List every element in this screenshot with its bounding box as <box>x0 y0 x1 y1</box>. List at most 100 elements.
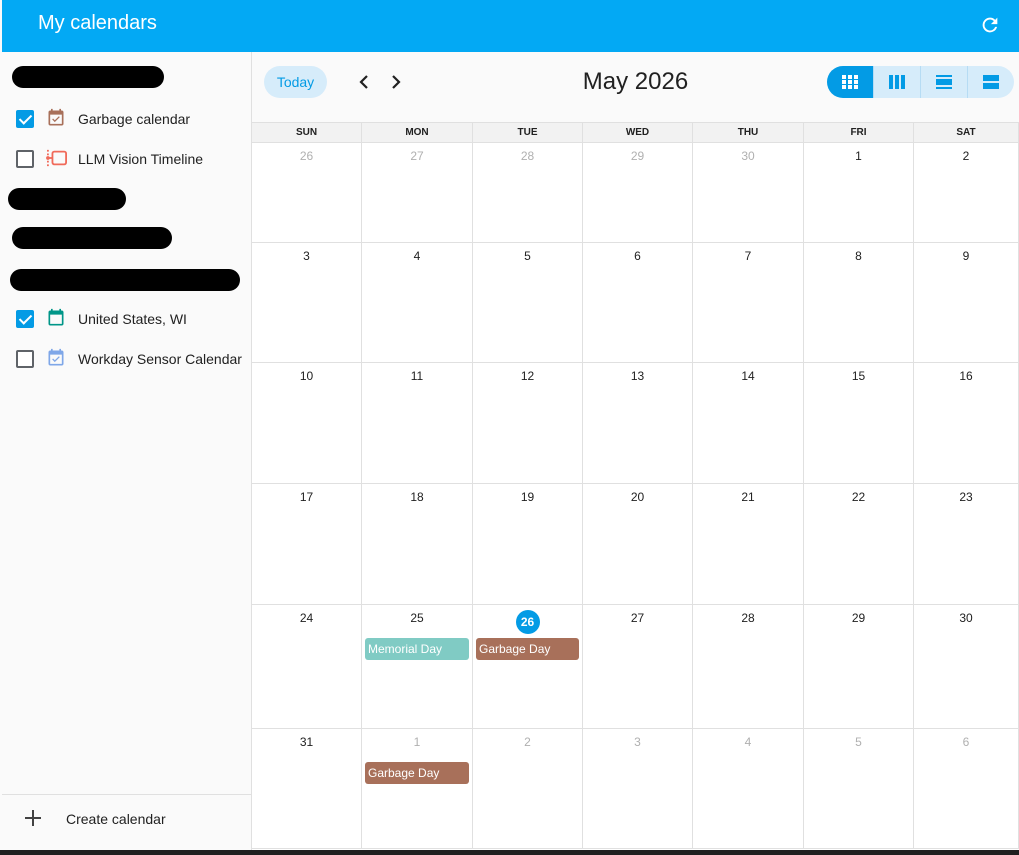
chevron-right-icon[interactable] <box>384 70 408 94</box>
checkbox[interactable] <box>16 150 34 168</box>
day-cell[interactable]: 26 <box>252 143 362 242</box>
day-view-button[interactable] <box>921 66 968 98</box>
day-cell[interactable]: 30 <box>914 605 1019 728</box>
date-number: 27 <box>410 149 424 163</box>
day-cell[interactable]: 20 <box>583 484 693 604</box>
event-chip[interactable]: Memorial Day <box>365 638 469 660</box>
calendar-item-redacted[interactable] <box>2 179 252 219</box>
date-number: 29 <box>630 149 645 163</box>
day-cell[interactable]: 30 <box>693 143 804 242</box>
event-chip[interactable]: Garbage Day <box>365 762 469 784</box>
day-cell[interactable]: 26 Garbage Day <box>473 605 583 728</box>
day-cell[interactable]: 15 <box>804 363 914 483</box>
date-number: 28 <box>741 611 755 625</box>
calendar-icon <box>46 308 66 328</box>
day-cell[interactable]: 14 <box>693 363 804 483</box>
weeks-container: 26 27 28 29 30 1 2 3 4 5 6 7 8 9 10 11 12 13 14 15 16 17 18 19 2… <box>252 143 1019 849</box>
list-view-button[interactable] <box>968 66 1014 98</box>
date-number: 1 <box>855 149 862 163</box>
view-toggle <box>827 66 1014 98</box>
day-cell[interactable]: 4 <box>362 243 473 362</box>
date-number: 28 <box>520 149 535 163</box>
day-cell[interactable]: 29 <box>804 605 914 728</box>
day-cell[interactable]: 6 <box>583 243 693 362</box>
day-cell[interactable]: 3 <box>252 243 362 362</box>
date-number: 25 <box>410 611 424 625</box>
day-cell[interactable]: 10 <box>252 363 362 483</box>
event-chip[interactable]: Garbage Day <box>476 638 579 660</box>
day-cell[interactable]: 3 <box>583 729 693 848</box>
weekday-label: SAT <box>914 123 1019 143</box>
day-cell[interactable]: 4 <box>693 729 804 848</box>
today-button[interactable]: Today <box>264 66 327 98</box>
day-cell[interactable]: 24 <box>252 605 362 728</box>
calendar-item-redacted[interactable] <box>2 259 252 299</box>
date-number: 30 <box>741 149 755 163</box>
day-cell[interactable]: 21 <box>693 484 804 604</box>
day-cell[interactable]: 13 <box>583 363 693 483</box>
day-cell[interactable]: 25 Memorial Day <box>362 605 473 728</box>
day-cell[interactable]: 16 <box>914 363 1019 483</box>
day-cell[interactable]: 8 <box>804 243 914 362</box>
day-cell[interactable]: 6 <box>914 729 1019 848</box>
date-number: 5 <box>855 735 862 749</box>
calendar-label: United States, WI <box>78 311 187 327</box>
date-number: 7 <box>744 249 752 263</box>
weekday-label: WED <box>583 123 693 143</box>
day-cell[interactable]: 11 <box>362 363 473 483</box>
calendar-item-redacted[interactable] <box>2 219 252 259</box>
day-cell[interactable]: 28 <box>473 143 583 242</box>
week-row: 31 1 Garbage Day 2 3 4 5 6 <box>252 729 1019 849</box>
day-cell[interactable]: 7 <box>693 243 804 362</box>
date-number: 31 <box>299 735 314 749</box>
checkbox[interactable] <box>16 350 34 368</box>
date-number: 2 <box>962 149 970 163</box>
calendar-label: LLM Vision Timeline <box>78 151 204 167</box>
day-cell[interactable]: 19 <box>473 484 583 604</box>
week-row: 17 18 19 20 21 22 23 <box>252 484 1019 605</box>
date-number: 2 <box>524 735 531 749</box>
week-row: 24 25 Memorial Day 26 Garbage Day 27 28 29 30 <box>252 605 1019 729</box>
day-cell[interactable]: 2 <box>914 143 1019 242</box>
date-number: 26 <box>299 149 314 163</box>
refresh-icon[interactable] <box>979 14 1001 36</box>
day-cell[interactable]: 2 <box>473 729 583 848</box>
day-cell[interactable]: 5 <box>804 729 914 848</box>
today-date-number: 26 <box>515 610 540 634</box>
date-number: 24 <box>299 611 314 625</box>
calendar-item-workday-sensor[interactable]: Workday Sensor Calendar <box>2 339 252 379</box>
calendar-item-llm-vision[interactable]: LLM Vision Timeline <box>2 139 252 179</box>
week-row: 3 4 5 6 7 8 9 <box>252 243 1019 363</box>
calendar-item-redacted[interactable] <box>2 56 252 96</box>
date-number: 22 <box>851 490 866 504</box>
calendar-item-garbage[interactable]: Garbage calendar <box>2 99 252 139</box>
day-cell[interactable]: 23 <box>914 484 1019 604</box>
day-cell[interactable]: 9 <box>914 243 1019 362</box>
day-cell[interactable]: 18 <box>362 484 473 604</box>
checkbox[interactable] <box>16 110 34 128</box>
date-number: 4 <box>413 249 421 263</box>
date-number: 29 <box>851 611 866 625</box>
day-cell[interactable]: 1 <box>804 143 914 242</box>
day-cell[interactable]: 22 <box>804 484 914 604</box>
week-view-button[interactable] <box>874 66 921 98</box>
checkbox[interactable] <box>16 310 34 328</box>
day-cell[interactable]: 31 <box>252 729 362 848</box>
day-cell[interactable]: 27 <box>583 605 693 728</box>
day-cell[interactable]: 27 <box>362 143 473 242</box>
day-cell[interactable]: 28 <box>693 605 804 728</box>
day-cell[interactable]: 29 <box>583 143 693 242</box>
create-calendar-button[interactable]: Create calendar <box>2 794 252 850</box>
window-bottom-edge <box>0 850 1019 855</box>
day-cell[interactable]: 12 <box>473 363 583 483</box>
date-number: 17 <box>299 490 314 504</box>
date-number: 30 <box>959 611 973 625</box>
chevron-left-icon[interactable] <box>352 70 376 94</box>
month-view-button[interactable] <box>827 66 874 98</box>
day-cell[interactable]: 17 <box>252 484 362 604</box>
day-cell[interactable]: 1 Garbage Day <box>362 729 473 848</box>
date-number: 18 <box>410 490 424 504</box>
sidebar-header: My calendars <box>2 0 252 52</box>
day-cell[interactable]: 5 <box>473 243 583 362</box>
calendar-item-united-states-wi[interactable]: United States, WI <box>2 299 252 339</box>
